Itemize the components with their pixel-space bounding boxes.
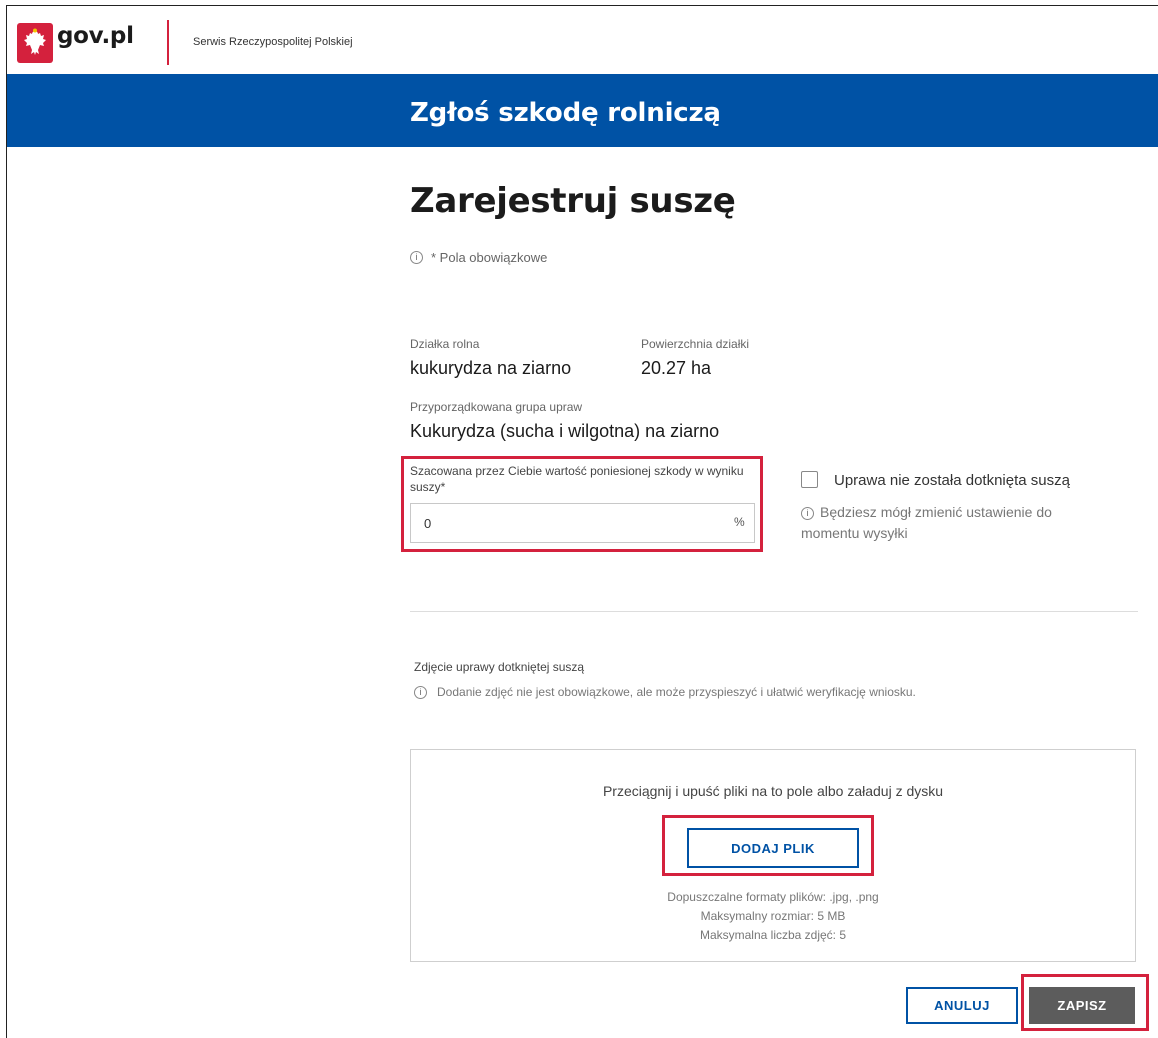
not-affected-checkbox[interactable] [801,471,818,488]
photo-section-label: Zdjęcie uprawy dotkniętej suszą [414,660,585,674]
service-name: Serwis Rzeczypospolitej Polskiej [193,36,353,48]
title-banner: Zgłoś szkodę rolniczą [7,74,1158,147]
add-file-highlight [662,815,874,876]
damage-field-label: Szacowana przez Ciebie wartość poniesion… [410,464,744,494]
section-divider [410,611,1138,612]
photo-hint-text: Dodanie zdjęć nie jest obowiązkowe, ale … [437,685,916,699]
save-button-highlight [1021,974,1149,1031]
eagle-emblem-icon[interactable] [17,23,53,63]
cancel-button[interactable]: ANULUJ [906,987,1018,1024]
header-divider [167,20,169,65]
info-icon: i [414,685,427,699]
required-note-text: * Pola obowiązkowe [431,250,548,265]
not-affected-hint-text: Będziesz mógł zmienić ustawienie do mome… [801,504,1052,541]
crop-group-value: Kukurydza (sucha i wilgotna) na ziarno [410,421,720,441]
allowed-formats: Dopuszczalne formaty plików: .jpg, .png [667,890,879,904]
max-size: Maksymalny rozmiar: 5 MB [700,909,846,923]
max-count: Maksymalna liczba zdjęć: 5 [699,928,847,942]
percent-unit: % [734,515,745,529]
banner-title: Zgłoś szkodę rolniczą [410,98,721,128]
brand-name[interactable]: gov.pl [57,23,134,49]
plot-label: Działka rolna [410,337,480,351]
area-label: Powierzchnia działki [641,337,750,351]
photo-hint: i Dodanie zdjęć nie jest obowiązkowe, al… [414,685,916,699]
damage-percent-input[interactable] [410,503,755,543]
info-icon: i [801,506,814,520]
crop-group-label: Przyporządkowana grupa upraw [410,400,583,414]
info-icon: i [410,251,423,264]
not-affected-hint: i Będziesz mógł zmienić ustawienie do mom… [801,502,1101,544]
page-title: Zarejestruj suszę [410,181,736,221]
file-limits: Dopuszczalne formaty plików: .jpg, .png … [411,888,1135,945]
not-affected-label[interactable]: Uprawa nie została dotknięta suszą [834,472,1070,489]
area-value: 20.27 ha [641,358,712,378]
site-header: gov.pl Serwis Rzeczypospolitej Polskiej [7,6,1158,74]
plot-value: kukurydza na ziarno [410,358,572,378]
required-note: i * Pola obowiązkowe [410,250,547,265]
dropzone-text: Przeciągnij i upuść pliki na to pole alb… [602,783,944,799]
